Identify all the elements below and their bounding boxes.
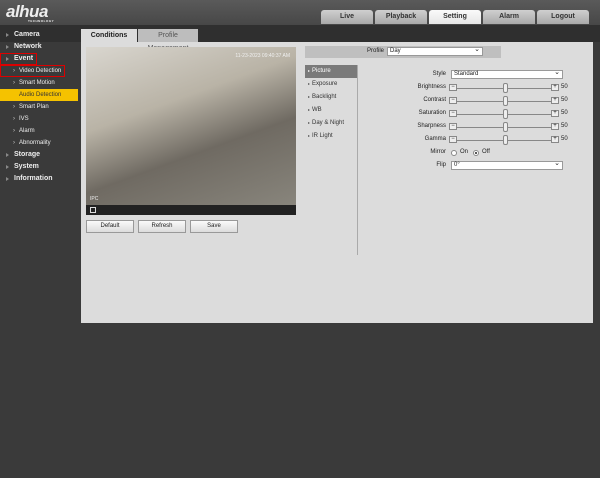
tab-logout[interactable]: Logout	[537, 10, 589, 24]
sidebar-item-storage[interactable]: Storage	[0, 149, 80, 161]
increase-button[interactable]: +	[551, 136, 559, 143]
sidebar-item-smart-motion-detection[interactable]: Smart Motion Detection	[0, 77, 80, 98]
fullscreen-icon[interactable]	[90, 207, 96, 213]
slider-handle[interactable]	[503, 83, 508, 93]
gamma-row: Gamma − +50	[361, 134, 600, 146]
slider-handle[interactable]	[503, 122, 508, 132]
menu-item-wb[interactable]: WB	[305, 104, 357, 117]
menu-item-picture[interactable]: Picture	[305, 65, 357, 78]
video-control-bar	[86, 205, 296, 215]
saturation-label: Saturation	[418, 110, 446, 116]
contrast-row: Contrast − +50	[361, 95, 600, 107]
decrease-button[interactable]: −	[449, 97, 457, 104]
decrease-button[interactable]: −	[449, 110, 457, 117]
sidebar-item-event[interactable]: Event	[0, 53, 37, 65]
mirror-on-label: On	[460, 149, 469, 155]
sharpness-row: Sharpness − +50	[361, 121, 600, 133]
live-video-preview: 11-23-2023 09:40:37 AM IPC	[86, 47, 296, 215]
style-select[interactable]: Standard	[451, 69, 563, 79]
tab-conditions[interactable]: Conditions	[81, 29, 137, 42]
sidebar-item-audio-detection[interactable]: Audio Detection	[0, 89, 78, 101]
style-value: Standard	[454, 71, 479, 77]
sidebar: CameraNetworkEventVideo DetectionSmart M…	[0, 29, 80, 185]
gamma-value: 50	[561, 136, 568, 142]
tab-alarm[interactable]: Alarm	[483, 10, 535, 24]
decrease-button[interactable]: −	[449, 84, 457, 91]
saturation-row: Saturation − +50	[361, 108, 600, 120]
sharpness-value: 50	[561, 123, 568, 129]
style-row: Style Standard	[361, 69, 600, 81]
menu-item-backlight[interactable]: Backlight	[305, 91, 357, 104]
sidebar-item-camera[interactable]: Camera	[0, 29, 80, 41]
dahua-logo: alhua TECHNOLOGY	[6, 2, 55, 23]
profile-select[interactable]: Day	[387, 46, 483, 56]
sharpness-label: Sharpness	[417, 123, 446, 129]
mirror-on-radio[interactable]	[451, 150, 457, 156]
top-nav: Live Playback Setting Alarm Logout	[321, 10, 589, 24]
mirror-label: Mirror	[430, 149, 446, 155]
increase-button[interactable]: +	[551, 97, 559, 104]
brightness-label: Brightness	[417, 84, 446, 90]
mirror-row: Mirror On Off	[361, 147, 600, 159]
decrease-button[interactable]: −	[449, 123, 457, 130]
increase-button[interactable]: +	[551, 123, 559, 130]
contrast-value: 50	[561, 97, 568, 103]
brightness-row: Brightness − +50	[361, 82, 600, 94]
slider-handle[interactable]	[503, 109, 508, 119]
sidebar-item-alarm[interactable]: Alarm	[0, 125, 80, 137]
refresh-button[interactable]: Refresh	[138, 220, 186, 233]
mirror-off-radio[interactable]	[473, 150, 479, 156]
flip-label: Flip	[436, 162, 446, 168]
tab-setting[interactable]: Setting	[429, 10, 481, 24]
profile-label: Profile	[366, 48, 384, 54]
sidebar-item-information[interactable]: Information	[0, 173, 80, 185]
decrease-button[interactable]: −	[449, 136, 457, 143]
increase-button[interactable]: +	[551, 84, 559, 91]
sidebar-item-ivs[interactable]: IVS	[0, 113, 80, 125]
menu-item-ir-light[interactable]: IR Light	[305, 130, 357, 143]
sidebar-item-smart-plan[interactable]: Smart Plan	[0, 101, 80, 113]
sidebar-item-abnormality[interactable]: Abnormality	[0, 137, 80, 149]
flip-value: 0°	[454, 162, 460, 168]
slider-handle[interactable]	[503, 135, 508, 145]
default-button[interactable]: Default	[86, 220, 134, 233]
menu-item-day-night[interactable]: Day & Night	[305, 117, 357, 130]
gamma-label: Gamma	[424, 136, 446, 142]
increase-button[interactable]: +	[551, 110, 559, 117]
video-channel-label: IPC	[90, 196, 99, 202]
sidebar-item-system[interactable]: System	[0, 161, 80, 173]
flip-row: Flip 0°	[361, 160, 600, 172]
tab-playback[interactable]: Playback	[375, 10, 427, 24]
profile-bar: Profile Day	[305, 46, 501, 58]
video-timestamp: 11-23-2023 09:40:37 AM	[235, 53, 290, 59]
settings-menu: Picture Exposure Backlight WB Day & Night IR …	[305, 65, 357, 143]
mirror-off-label: Off	[482, 149, 490, 155]
menu-item-exposure[interactable]: Exposure	[305, 78, 357, 91]
slider-handle[interactable]	[503, 96, 508, 106]
tab-live[interactable]: Live	[321, 10, 373, 24]
divider	[357, 65, 358, 255]
flip-select[interactable]: 0°	[451, 160, 563, 170]
content-panel: Conditions Profile Management 11-23-2023…	[81, 29, 593, 323]
contrast-label: Contrast	[423, 97, 446, 103]
saturation-value: 50	[561, 110, 568, 116]
header: alhua TECHNOLOGY Live Playback Setting Alarm…	[0, 0, 600, 25]
sidebar-item-network[interactable]: Network	[0, 41, 80, 53]
style-label: Style	[432, 71, 446, 77]
sidebar-item-video-detection[interactable]: Video Detection	[0, 65, 65, 77]
save-button[interactable]: Save	[190, 220, 238, 233]
brightness-value: 50	[561, 84, 568, 90]
tab-profile-management[interactable]: Profile Management	[138, 29, 198, 52]
